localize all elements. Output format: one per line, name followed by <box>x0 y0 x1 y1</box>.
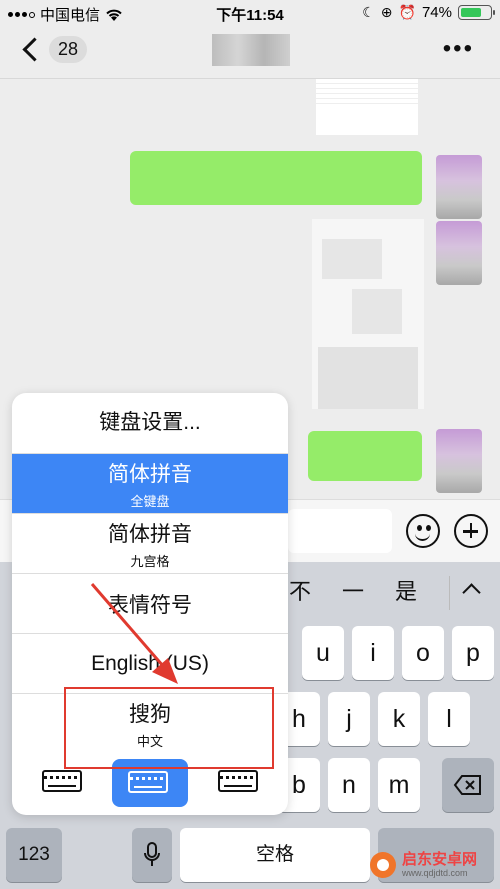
annotation-arrow <box>90 583 178 684</box>
watermark: 启东安卓网 www.qdjdtd.com <box>370 852 477 878</box>
watermark-title: 启东安卓网 <box>402 851 478 868</box>
watermark-logo-icon <box>370 852 396 878</box>
watermark-url: www.qdjdtd.com <box>402 868 468 878</box>
